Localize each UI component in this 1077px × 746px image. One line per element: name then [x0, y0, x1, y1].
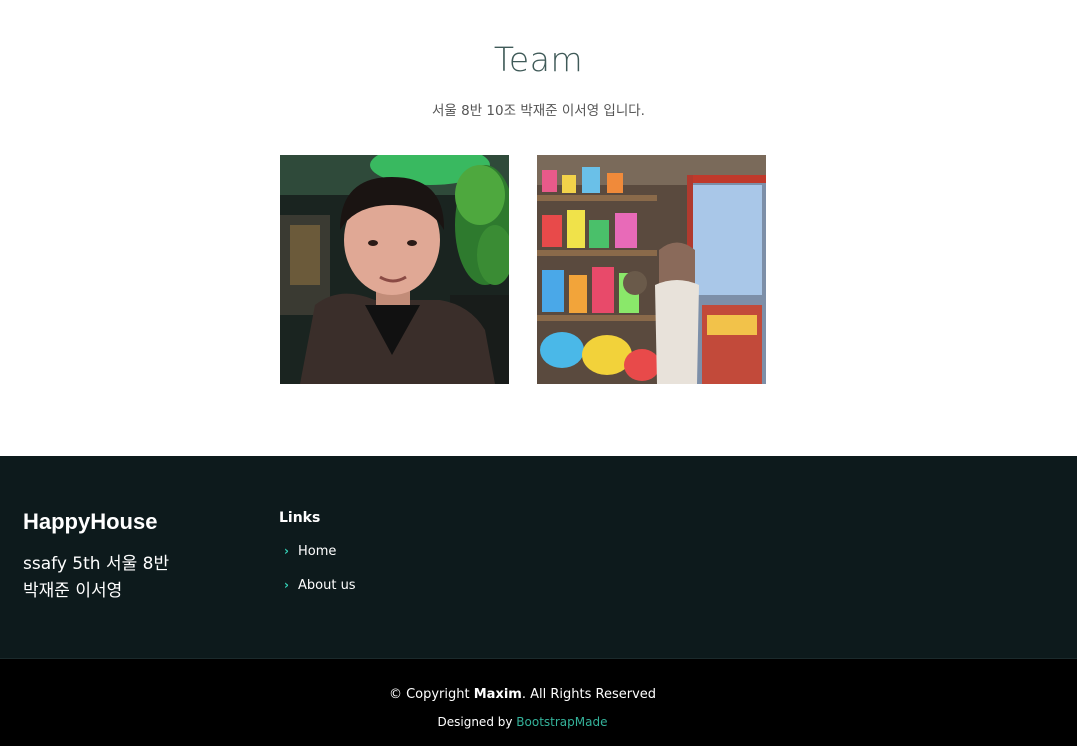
chevron-right-icon: ›: [284, 544, 289, 558]
team-subtitle: 서울 8반 10조 박재준 이서영 입니다.: [432, 103, 645, 119]
footer-link-about[interactable]: › About us: [284, 578, 356, 593]
team-title: Team: [493, 40, 584, 79]
footer-link-label[interactable]: Home: [298, 544, 336, 559]
copyright-suffix: . All Rights Reserved: [521, 687, 657, 702]
chevron-right-icon: ›: [284, 578, 289, 592]
footer-link-home[interactable]: › Home: [284, 544, 336, 559]
footer-description-line: 박재준 이서영: [23, 581, 123, 601]
footer-description-line: ssafy 5th 서울 8반: [23, 554, 170, 574]
footer-description: ssafy 5th 서울 8반 박재준 이서영: [23, 551, 243, 605]
footer-bottom: © Copyright Maxim. All Rights Reserved D…: [0, 658, 1077, 746]
copyright-prefix: © Copyright: [388, 687, 470, 702]
footer-link-label[interactable]: About us: [298, 578, 356, 593]
credits: Designed by BootstrapMade: [0, 715, 1045, 729]
bootstrapmade-link[interactable]: BootstrapMade: [516, 715, 607, 729]
footer-links-title: Links: [279, 510, 321, 526]
copyright: © Copyright Maxim. All Rights Reserved: [0, 687, 1045, 702]
team-member-photo: [537, 155, 766, 384]
copyright-name: Maxim: [473, 687, 522, 702]
team-section: Team 서울 8반 10조 박재준 이서영 입니다.: [0, 0, 1077, 456]
credits-prefix: Designed by: [437, 715, 513, 729]
team-member-photo: [280, 155, 509, 384]
footer-brand: HappyHouse: [23, 509, 158, 534]
footer-top: HappyHouse ssafy 5th 서울 8반 박재준 이서영 Links…: [0, 456, 1077, 658]
